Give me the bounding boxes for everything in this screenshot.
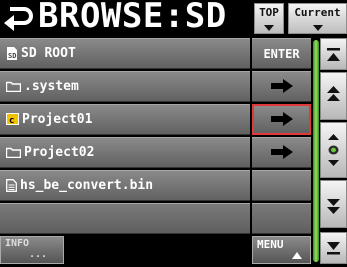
back-icon[interactable] — [2, 3, 34, 33]
chevron-up-icon — [327, 86, 340, 101]
info-button-sub: ... — [29, 249, 48, 260]
menu-button-label: MENU — [257, 238, 284, 251]
row-name[interactable]: Project02 — [0, 137, 250, 168]
enter-button[interactable]: ENTER — [252, 38, 311, 69]
scrollbar[interactable] — [313, 40, 319, 262]
top-button[interactable]: TOP — [254, 3, 284, 34]
current-button[interactable]: Current — [288, 3, 347, 34]
chevron-up-icon — [292, 252, 302, 259]
scroll-top-icon — [327, 48, 340, 61]
svg-text:c: c — [9, 116, 14, 125]
arrow-right-icon — [270, 112, 293, 126]
menu-button[interactable]: MENU — [252, 236, 311, 264]
list-item[interactable]: hs_be_convert.bin — [0, 170, 311, 203]
scroll-controls — [320, 38, 347, 264]
page-title: BROWSE:SD — [38, 0, 227, 36]
row-name[interactable]: .system — [0, 71, 250, 102]
open-arrow-button[interactable] — [252, 137, 311, 168]
list-item[interactable]: .system — [0, 71, 311, 104]
file-icon — [6, 178, 17, 192]
project-icon: c — [6, 113, 19, 125]
folder-icon — [6, 147, 21, 158]
page-up-button[interactable] — [320, 72, 347, 120]
scroll-to-bottom-button[interactable] — [320, 232, 347, 264]
chevron-down-icon — [327, 199, 340, 214]
row-name[interactable]: SD SD ROOT — [0, 38, 250, 69]
empty-row — [0, 203, 250, 234]
svg-text:SD: SD — [8, 52, 16, 60]
row-name[interactable]: hs_be_convert.bin — [0, 170, 250, 201]
sd-card-icon: SD — [7, 46, 17, 60]
open-arrow-button[interactable] — [252, 104, 311, 135]
list-item[interactable]: Project02 — [0, 137, 311, 170]
list-item[interactable]: c Project01 — [0, 104, 311, 137]
header-bar: BROWSE:SD TOP Current — [0, 0, 347, 36]
empty-row-action — [252, 203, 311, 234]
row-name[interactable]: c Project01 — [0, 104, 250, 135]
chevron-down-icon — [264, 25, 274, 31]
arrow-right-icon — [270, 145, 293, 159]
open-arrow-button[interactable] — [252, 71, 311, 102]
scroll-knob-icon — [328, 134, 339, 166]
chevron-down-icon — [312, 25, 323, 31]
list-item-empty — [0, 203, 311, 236]
scroll-bottom-icon — [327, 242, 340, 255]
footer-bar: INFO ... MENU — [0, 234, 311, 264]
list-item[interactable]: SD SD ROOT ENTER — [0, 38, 311, 71]
row-action-empty[interactable] — [252, 170, 311, 201]
scroll-handle[interactable] — [320, 122, 347, 178]
page-down-button[interactable] — [320, 180, 347, 228]
info-button[interactable]: INFO ... — [0, 236, 64, 264]
info-button-label: INFO — [5, 238, 30, 249]
current-button-label: Current — [294, 6, 341, 19]
top-button-label: TOP — [259, 6, 279, 19]
arrow-right-icon — [270, 79, 293, 93]
folder-icon — [6, 81, 21, 92]
scroll-to-top-button[interactable] — [320, 38, 347, 70]
